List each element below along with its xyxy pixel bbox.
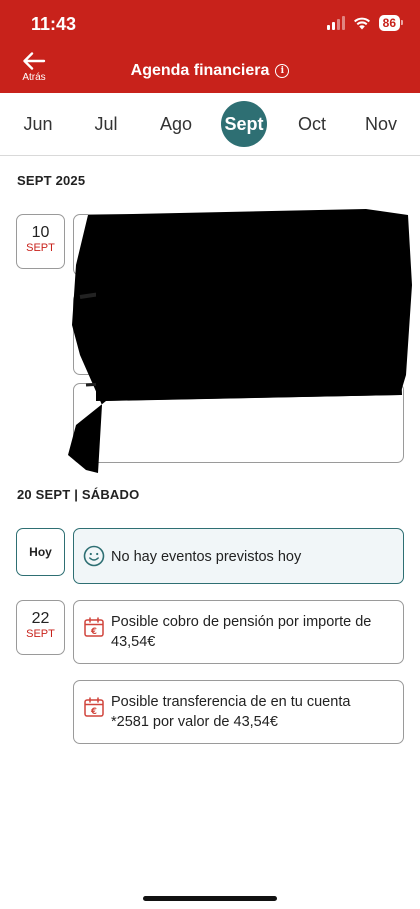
page-title: Agenda financiera i [0, 62, 420, 80]
svg-text:€: € [90, 707, 97, 717]
calendar-euro-icon: € [84, 697, 104, 717]
event-card-transfer[interactable]: € Posible transferencia de en tu cuenta … [73, 680, 404, 744]
event-text: Posible cobro de pensión por importe de … [111, 614, 372, 650]
battery-indicator: 86 [378, 15, 404, 31]
today-card: No hay eventos previstos hoy [73, 528, 404, 584]
event-card-pension[interactable]: € Posible cobro de pensión por importe d… [73, 600, 404, 664]
today-box: Hoy [16, 528, 65, 576]
calendar-euro-icon: € [84, 617, 104, 637]
signal-icon [326, 16, 345, 30]
month-tab-sept[interactable]: Sept [221, 101, 267, 147]
status-icons: 86 [326, 15, 404, 31]
date-box: 22 SEPT [16, 600, 65, 655]
divider [0, 155, 420, 156]
today-label: Hoy [29, 545, 52, 559]
date-day: 10 [31, 224, 50, 241]
home-indicator [143, 896, 277, 901]
page-title-text: Agenda financiera [130, 62, 270, 79]
status-time: 11:43 [31, 14, 77, 34]
event-text: Posible transferencia de en tu cuenta *2… [111, 694, 351, 730]
info-icon[interactable]: i [275, 64, 290, 78]
section-title: 20 SEPT | SÁBADO [17, 487, 140, 502]
month-tab-nov[interactable]: Nov [365, 100, 397, 148]
month-selector: Jun Jul Ago Sept Oct Nov [0, 100, 420, 148]
date-day: 22 [31, 610, 50, 627]
app-header: 11:43 86 Atrás Agenda financiera i [0, 0, 420, 93]
wifi-icon [353, 17, 370, 30]
month-tab-ago[interactable]: Ago [160, 100, 192, 148]
today-message: No hay eventos previstos hoy [111, 549, 302, 565]
section-title: SEPT 2025 [17, 173, 86, 188]
date-month: SEPT [26, 242, 55, 254]
date-month: SEPT [26, 628, 55, 640]
svg-text:€: € [90, 627, 97, 637]
month-tab-oct[interactable]: Oct [298, 100, 326, 148]
redaction-scribble [68, 209, 412, 473]
smiley-icon [83, 545, 105, 567]
month-tab-jun[interactable]: Jun [23, 100, 52, 148]
month-tab-jul[interactable]: Jul [94, 100, 117, 148]
date-box: 10 SEPT [16, 214, 65, 269]
